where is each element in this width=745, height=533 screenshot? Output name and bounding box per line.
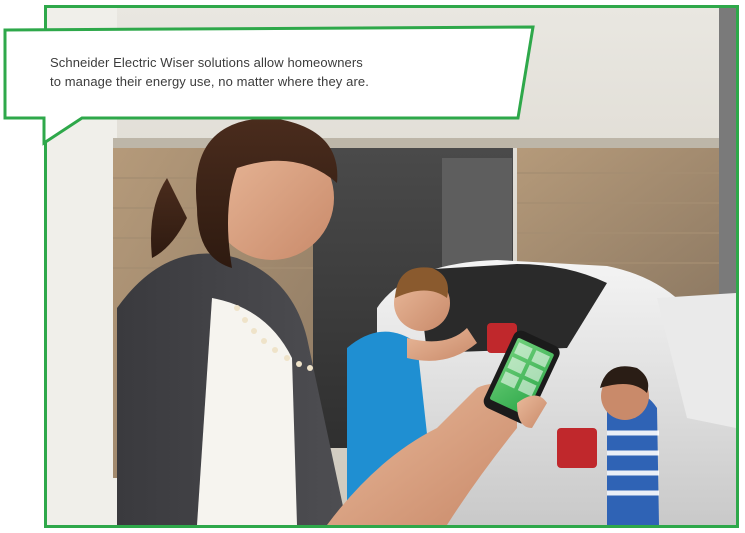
caption-text: Schneider Electric Wiser solutions allow… xyxy=(50,53,490,91)
caption-line-2: to manage their energy use, no matter wh… xyxy=(50,74,369,89)
caption-callout: Schneider Electric Wiser solutions allow… xyxy=(0,0,540,150)
caption-line-1: Schneider Electric Wiser solutions allow… xyxy=(50,55,363,70)
